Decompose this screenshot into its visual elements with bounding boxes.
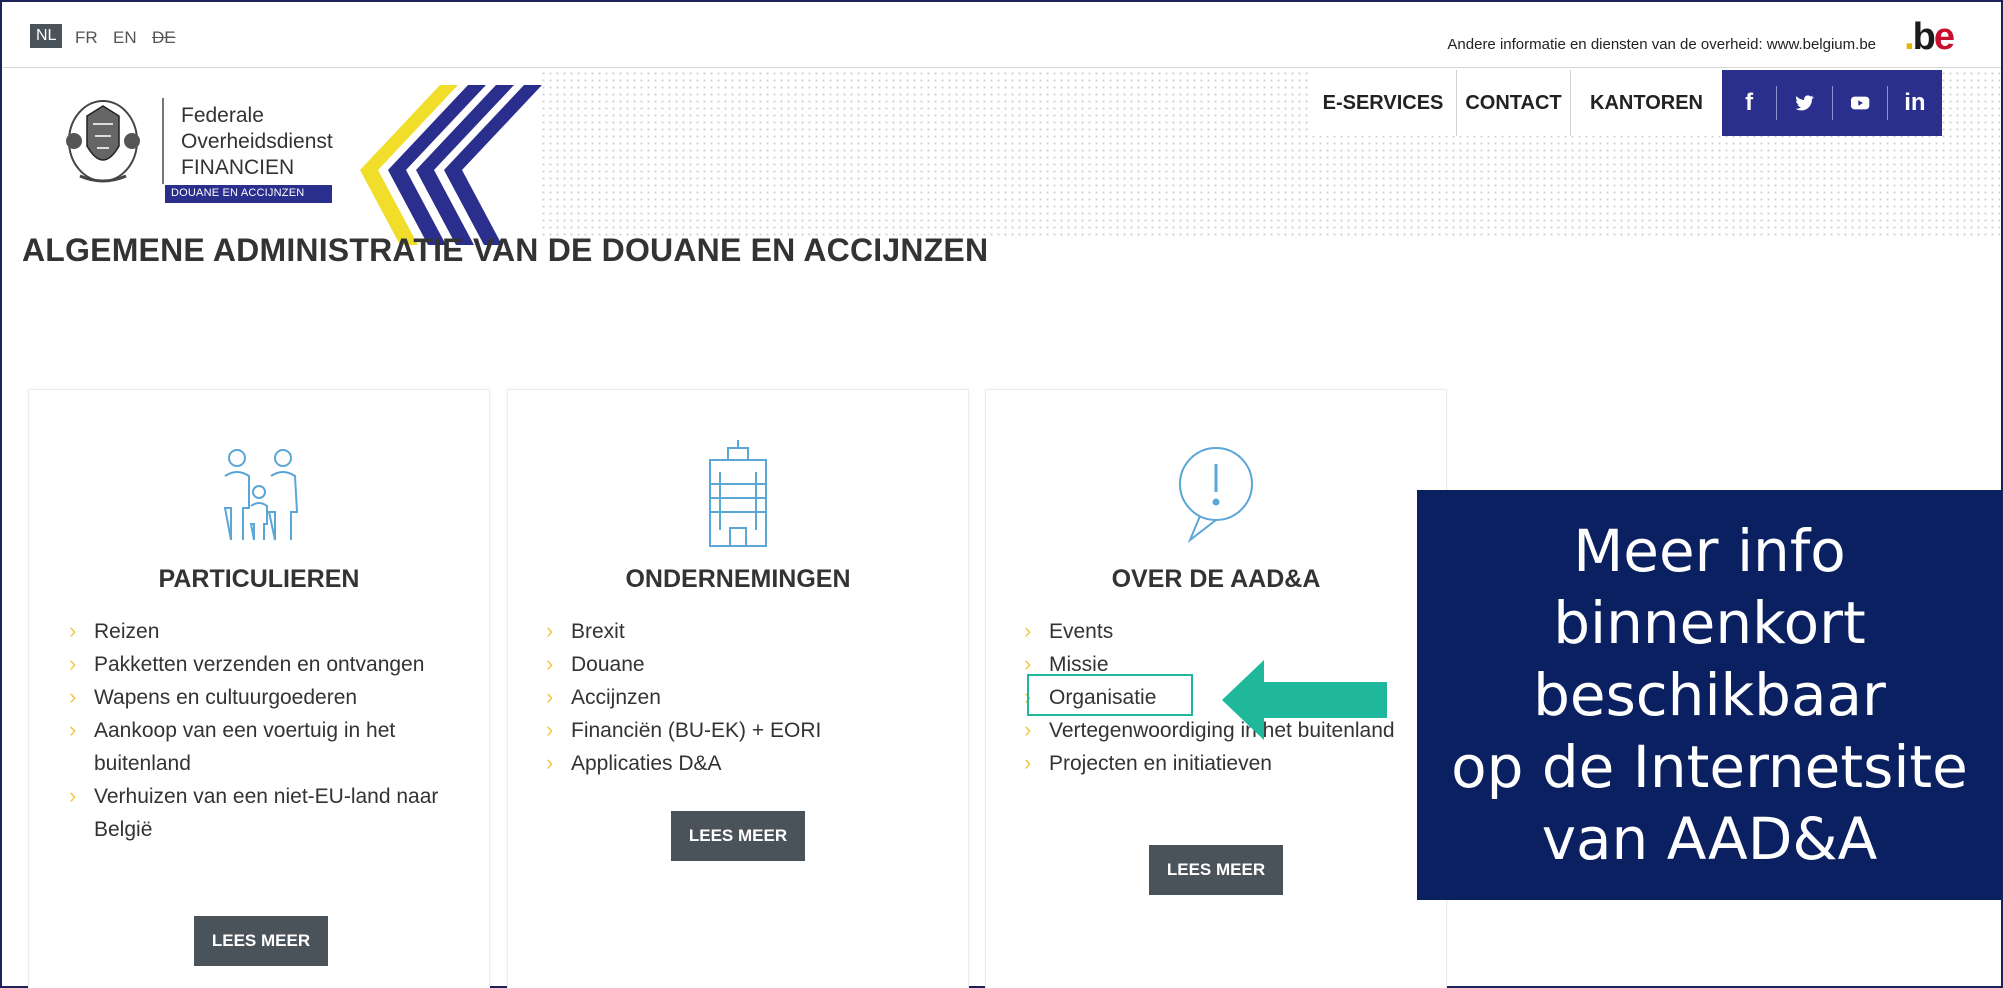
- chevron-stripes-logo: [360, 85, 542, 245]
- link-brexit[interactable]: Brexit: [541, 614, 951, 648]
- be-logo-b: b: [1912, 16, 1936, 58]
- lang-en[interactable]: EN: [113, 28, 137, 48]
- link-pakketten[interactable]: Pakketten verzenden en ontvangen: [64, 647, 464, 681]
- exclamation-bubble-icon: [1179, 447, 1253, 544]
- nav-kantoren[interactable]: KANTOREN: [1570, 70, 1722, 136]
- nav-contact[interactable]: CONTACT: [1456, 70, 1570, 136]
- logo-line-overheidsdienst: Overheidsdienst: [181, 130, 333, 153]
- card-title-over-aada: OVER DE AAD&A: [1111, 565, 1321, 593]
- family-icon: [223, 449, 299, 541]
- link-reizen[interactable]: Reizen: [64, 614, 464, 648]
- card-title-ondernemingen: ONDERNEMINGEN: [625, 565, 851, 593]
- card-links-particulieren: Reizen Pakketten verzenden en ontvangen …: [64, 614, 464, 846]
- link-events[interactable]: Events: [1019, 614, 1429, 648]
- organisatie-highlight-box: [1027, 674, 1193, 716]
- belgium-be-logo[interactable]: .be: [1904, 16, 1955, 59]
- card-links-ondernemingen: Brexit Douane Accijnzen Financiën (BU-EK…: [541, 614, 951, 780]
- card-particulieren: PARTICULIEREN Reizen Pakketten verzenden…: [28, 389, 490, 988]
- nav-eservices[interactable]: E-SERVICES: [1310, 70, 1456, 136]
- card-ondernemingen: ONDERNEMINGEN Brexit Douane Accijnzen Fi…: [507, 389, 969, 988]
- logo-line-financien: FINANCIEN: [181, 156, 295, 179]
- be-logo-dot: .: [1904, 16, 1914, 58]
- building-icon: [709, 440, 767, 547]
- link-accijnzen[interactable]: Accijnzen: [541, 680, 951, 714]
- logo-separator: [162, 98, 164, 184]
- be-logo-e: e: [1933, 16, 1955, 58]
- card-title-particulieren: PARTICULIEREN: [158, 565, 360, 593]
- belgium-info-link[interactable]: Andere informatie en diensten van de ove…: [1447, 36, 1876, 53]
- link-financien[interactable]: Financiën (BU-EK) + EORI: [541, 713, 951, 747]
- lang-nl[interactable]: NL: [30, 24, 63, 48]
- info-overlay-box: Meer info binnenkort beschikbaar op de I…: [1417, 490, 2002, 900]
- lang-fr[interactable]: FR: [75, 28, 98, 48]
- link-aankoop-voertuig[interactable]: Aankoop van een voertuig in het buitenla…: [64, 713, 464, 780]
- lees-meer-button-particulieren[interactable]: LEES MEER: [194, 916, 328, 966]
- twitter-icon[interactable]: [1777, 92, 1831, 114]
- facebook-icon[interactable]: f: [1722, 89, 1776, 117]
- link-applicaties[interactable]: Applicaties D&A: [541, 746, 951, 780]
- belgian-crest-icon: [66, 100, 140, 183]
- social-bar: f in: [1722, 70, 1942, 136]
- lang-de[interactable]: DE: [152, 28, 176, 48]
- green-arrow-left-icon: [1222, 660, 1387, 740]
- top-bar: NL FR EN DE Andere informatie en dienste…: [2, 2, 2001, 68]
- link-verhuizen[interactable]: Verhuizen van een niet-EU-land naar Belg…: [64, 779, 464, 846]
- overlay-text: Meer info binnenkort beschikbaar op de I…: [1451, 517, 1968, 873]
- linkedin-icon[interactable]: in: [1888, 89, 1942, 117]
- link-projecten[interactable]: Projecten en initiatieven: [1019, 746, 1429, 780]
- youtube-icon[interactable]: [1833, 92, 1887, 114]
- lees-meer-button-over-aada[interactable]: LEES MEER: [1149, 845, 1283, 895]
- logo-line-federale: Federale: [181, 104, 264, 127]
- logo-tag-douane: DOUANE EN ACCIJNZEN: [165, 185, 332, 203]
- lees-meer-button-ondernemingen[interactable]: LEES MEER: [671, 811, 805, 861]
- page-title: ALGEMENE ADMINISTRATIE VAN DE DOUANE EN …: [22, 232, 989, 268]
- link-douane[interactable]: Douane: [541, 647, 951, 681]
- link-wapens[interactable]: Wapens en cultuurgoederen: [64, 680, 464, 714]
